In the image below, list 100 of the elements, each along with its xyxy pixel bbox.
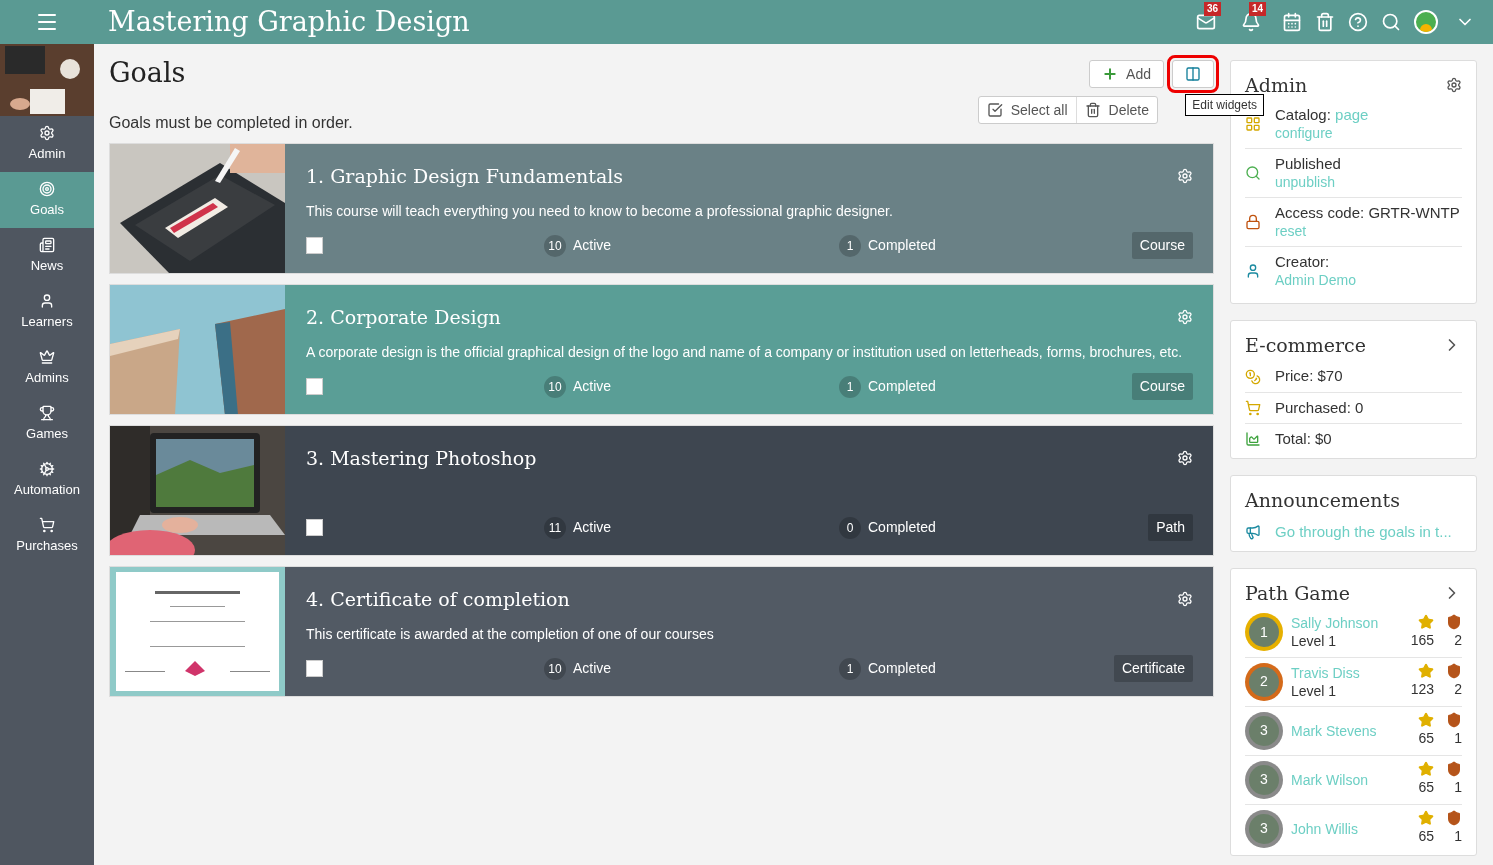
rank-number: 3: [1260, 721, 1268, 740]
goal-checkbox[interactable]: [306, 237, 323, 254]
card-title: Announcements: [1245, 488, 1401, 513]
status-label: Completed: [868, 518, 936, 537]
sidebar-item[interactable]: Automation: [0, 452, 94, 508]
sidebar-label: News: [30, 256, 64, 275]
add-button[interactable]: Add: [1089, 60, 1164, 88]
bell-icon[interactable]: [1241, 12, 1261, 32]
card-title: E-commerce: [1245, 332, 1366, 358]
cog-icon: [39, 460, 55, 477]
megaphone-icon: [1245, 523, 1261, 540]
info-text: Price: $70: [1275, 366, 1343, 387]
sidebar-item[interactable]: News: [0, 228, 94, 284]
sidebar-item[interactable]: Admins: [0, 340, 94, 396]
search-icon: [1245, 164, 1261, 181]
goal-card[interactable]: 4. Certificate of completion This certificate is awarded at the completion of one of our courses 10 Active 1 Completed Certificate: [109, 566, 1214, 697]
sidebar-item[interactable]: Learners: [0, 284, 94, 340]
sidebar-item[interactable]: Admin: [0, 116, 94, 172]
status-label: Active: [573, 377, 612, 396]
status-label: Completed: [868, 659, 936, 678]
checkbox-icon: [986, 102, 1003, 118]
badges-count: 1: [1454, 778, 1462, 797]
help-icon[interactable]: [1348, 12, 1368, 32]
sidebar-item[interactable]: Goals: [0, 172, 94, 228]
rank-number: 1: [1260, 622, 1268, 642]
type-tag: Path: [1148, 514, 1193, 541]
count-badge: 11: [544, 516, 566, 539]
avatar-icon[interactable]: [1414, 10, 1438, 34]
goal-card[interactable]: 3. Mastering Photoshop 11 Active 0 Completed Path: [109, 425, 1214, 556]
goal-checkbox[interactable]: [306, 660, 323, 677]
badge-icon: [1446, 663, 1462, 679]
count-badge: 1: [839, 375, 861, 398]
sidebar-label: Learners: [21, 312, 73, 331]
mail-icon[interactable]: [1196, 12, 1216, 32]
sidebar-item[interactable]: Games: [0, 396, 94, 452]
goal-checkbox[interactable]: [306, 519, 323, 536]
player-avatar[interactable]: 3: [1245, 711, 1283, 750]
goal-title[interactable]: 3. Mastering Photoshop: [306, 444, 537, 473]
sidebar-item[interactable]: Purchases: [0, 508, 94, 564]
type-tag: Certificate: [1113, 655, 1193, 682]
status-label: Completed: [868, 236, 936, 255]
sidebar-label: Purchases: [16, 536, 78, 555]
page-title: Goals: [109, 57, 187, 89]
goal-description: A corporate design is the official graphical design of the logo and name of a company or institution used on letterheads, forms, brochures, etc.: [306, 342, 1184, 362]
select-all-button[interactable]: Select all: [978, 97, 1077, 123]
coins-icon: [1245, 368, 1261, 385]
cart-icon: [39, 516, 55, 533]
goal-card[interactable]: 2. Corporate Design A corporate design is the official graphical design of the logo and name of a company or institution used on letterheads, forms, brochures, etc. 10 Active 1 Completed Course: [109, 284, 1214, 415]
goal-description: This course will teach everything you need to know to become a professional graphic designer.: [306, 201, 894, 221]
sidebar-label: Goals: [30, 200, 64, 219]
badges-count: 2: [1454, 630, 1462, 650]
sidebar-label: Automation: [14, 480, 80, 499]
gear-icon: [39, 124, 55, 141]
player-avatar[interactable]: 1: [1245, 613, 1283, 651]
info-text: Total: $0: [1275, 428, 1332, 449]
settings-icon[interactable]: [1446, 77, 1462, 94]
goal-checkbox[interactable]: [306, 378, 323, 395]
count-badge: 10: [544, 234, 566, 257]
count-badge: 10: [544, 375, 566, 398]
delete-button[interactable]: Delete: [1076, 97, 1157, 123]
player-level: Level 1: [1291, 632, 1338, 650]
columns-icon: [1185, 66, 1201, 82]
points: 65: [1418, 827, 1434, 846]
search-icon[interactable]: [1381, 12, 1401, 32]
grid-icon: [1245, 115, 1261, 132]
trash-icon[interactable]: [1315, 12, 1335, 32]
notification-badge: 14: [1249, 2, 1267, 16]
goal-title[interactable]: 1. Graphic Design Fundamentals: [306, 162, 624, 191]
star-icon: [1418, 613, 1434, 630]
info-text: Published: [1275, 153, 1341, 173]
calendar-icon[interactable]: [1282, 12, 1302, 32]
player-avatar[interactable]: 2: [1245, 662, 1283, 701]
status-label: Active: [573, 236, 612, 255]
rank-number: 3: [1260, 819, 1268, 838]
status-label: Completed: [868, 377, 936, 396]
area-chart-icon: [1245, 431, 1261, 447]
goal-description: This certificate is awarded at the completion of one of our courses: [306, 624, 715, 644]
badge-icon: [1446, 613, 1462, 630]
info-text: Creator:: [1275, 251, 1330, 271]
status-label: Active: [573, 659, 612, 678]
cart-icon: [1245, 400, 1261, 416]
count-badge: 0: [839, 516, 861, 539]
type-tag: Course: [1131, 232, 1193, 259]
status-label: Active: [573, 518, 612, 537]
newspaper-icon: [39, 236, 55, 253]
info-text: Access code: GRTR-WNTP: [1275, 202, 1460, 222]
mail-badge: 36: [1204, 2, 1222, 16]
goal-title[interactable]: 2. Corporate Design: [306, 303, 501, 332]
goal-title[interactable]: 4. Certificate of completion: [306, 585, 570, 614]
points: 65: [1418, 729, 1434, 748]
goal-card[interactable]: 1. Graphic Design Fundamentals This course will teach everything you need to know to become a professional graphic designer. 10 Active 1 Completed Course: [109, 143, 1214, 274]
points: 123: [1410, 680, 1434, 699]
star-icon: [1418, 761, 1434, 777]
badges-count: 2: [1454, 680, 1462, 699]
star-icon: [1418, 810, 1434, 826]
lock-icon: [1245, 213, 1261, 230]
rank-number: 2: [1260, 672, 1268, 691]
player-avatar[interactable]: 3: [1245, 809, 1283, 848]
person-icon: [39, 292, 55, 309]
player-avatar[interactable]: 3: [1245, 760, 1283, 799]
